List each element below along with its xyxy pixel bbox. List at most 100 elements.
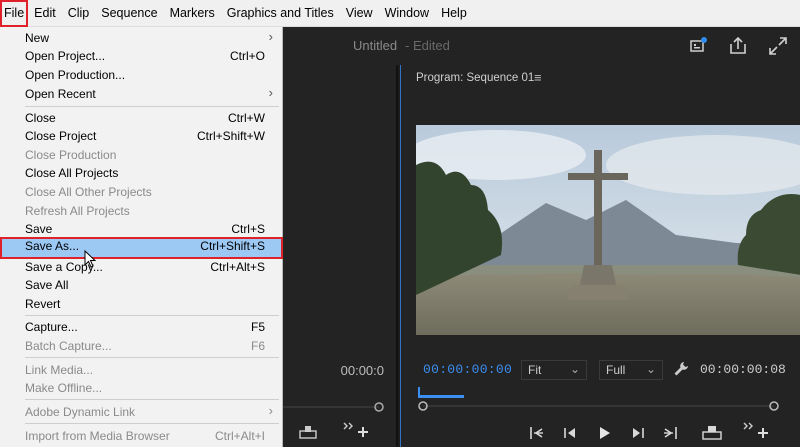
submenu-arrow-icon: ›	[268, 29, 273, 44]
menu-item-refresh-all-projects: Refresh All Projects	[0, 202, 283, 220]
menu-item-save[interactable]: Save Ctrl+S	[0, 220, 283, 238]
menu-file[interactable]: File	[0, 0, 29, 27]
menu-item-label: Capture...	[25, 320, 78, 334]
menu-item-close-all-projects[interactable]: Close All Projects	[0, 164, 283, 182]
menu-edit[interactable]: Edit	[28, 0, 62, 27]
menu-item-label: Close Project	[25, 129, 97, 143]
share-icon[interactable]	[727, 35, 749, 57]
menu-sequence[interactable]: Sequence	[95, 0, 163, 27]
menu-item-close[interactable]: Close Ctrl+W	[0, 109, 283, 127]
menu-item-label: Close All Projects	[25, 166, 119, 180]
menu-item-label: Revert	[25, 297, 61, 311]
submenu-arrow-icon: ›	[268, 85, 273, 100]
video-preview	[416, 125, 800, 335]
menu-item-label: Save	[25, 222, 53, 236]
menu-separator	[25, 399, 279, 400]
add-button-icon[interactable]	[741, 420, 771, 438]
document-title: Untitled	[353, 38, 398, 53]
menu-item-shortcut: F6	[250, 339, 265, 353]
menu-item-close-production: Close Production	[0, 146, 283, 164]
source-monitor-panel: 00:00:0	[283, 65, 398, 447]
menu-item-label: Close	[25, 111, 56, 125]
document-state: - Edited	[405, 38, 450, 53]
menu-item-shortcut: Ctrl+Alt+I	[214, 429, 265, 443]
menu-item-shortcut: Ctrl+W	[228, 111, 265, 125]
duration-timecode: 00:00:00:08	[700, 362, 786, 377]
menu-item-label: Open Project...	[25, 49, 106, 63]
menu-help[interactable]: Help	[435, 0, 473, 27]
zoom-level-select[interactable]: Fit ⌄	[521, 360, 587, 380]
menu-item-label: Close Production	[25, 148, 117, 162]
menu-separator	[25, 315, 279, 316]
source-ruler[interactable]	[283, 395, 398, 415]
menu-item-label: Make Offline...	[25, 381, 103, 395]
menu-item-open-production[interactable]: Open Production...	[0, 66, 283, 84]
menu-item-label: New	[25, 31, 50, 45]
menu-item-label: Close All Other Projects	[25, 185, 152, 199]
menu-item-save-a-copy[interactable]: Save a Copy... Ctrl+Alt+S	[0, 258, 283, 276]
lift-icon[interactable]	[701, 424, 723, 442]
menu-item-label: Link Media...	[25, 363, 94, 377]
menu-item-open-recent[interactable]: Open Recent ›	[0, 85, 283, 103]
menu-window[interactable]: Window	[379, 0, 435, 27]
menu-item-label: Open Production...	[25, 68, 126, 82]
menu-item-shortcut: F5	[250, 320, 265, 334]
menu-item-link-media: Link Media...	[0, 361, 283, 379]
menu-clip[interactable]: Clip	[62, 0, 96, 27]
menu-graphics-and-titles[interactable]: Graphics and Titles	[221, 0, 340, 27]
menu-view[interactable]: View	[340, 0, 379, 27]
menu-item-label: Batch Capture...	[25, 339, 112, 353]
menu-item-label: Open Recent	[25, 87, 96, 101]
menu-item-save-as[interactable]: Save As... Ctrl+Shift+S	[0, 237, 283, 259]
menu-item-label: Adobe Dynamic Link	[25, 405, 136, 419]
program-monitor-title: Program: Sequence 01	[416, 72, 535, 84]
menu-item-save-all[interactable]: Save All	[0, 276, 283, 294]
file-menu-dropdown: New › Open Project... Ctrl+O Open Produc…	[0, 27, 283, 447]
panel-menu-icon[interactable]: ≡	[534, 70, 542, 85]
menubar: File Edit Clip Sequence Markers Graphics…	[0, 0, 800, 27]
menu-item-close-project[interactable]: Close Project Ctrl+Shift+W	[0, 127, 283, 145]
playback-resolution-value: Full	[606, 363, 626, 377]
quick-export-icon[interactable]	[687, 35, 709, 57]
mouse-cursor-icon	[84, 250, 97, 268]
zoom-level-value: Fit	[528, 363, 542, 377]
menu-item-label: Save As...	[25, 239, 80, 253]
menu-separator	[25, 423, 279, 424]
menu-item-shortcut: Ctrl+Shift+S	[200, 239, 265, 253]
menu-item-label: Refresh All Projects	[25, 204, 130, 218]
menu-item-new[interactable]: New ›	[0, 29, 283, 47]
step-back-icon[interactable]	[561, 424, 579, 442]
menu-item-capture[interactable]: Capture... F5	[0, 318, 283, 336]
menu-item-shortcut: Ctrl+O	[229, 49, 265, 63]
go-to-out-icon[interactable]	[661, 424, 679, 442]
fullscreen-icon[interactable]	[767, 35, 789, 57]
playback-resolution-select[interactable]: Full ⌄	[599, 360, 663, 380]
step-forward-icon[interactable]	[629, 424, 647, 442]
menu-separator	[25, 106, 279, 107]
menu-markers[interactable]: Markers	[164, 0, 221, 27]
go-to-in-icon[interactable]	[528, 424, 546, 442]
submenu-arrow-icon: ›	[268, 403, 273, 418]
current-timecode[interactable]: 00:00:00:00	[423, 362, 512, 377]
menu-item-open-project[interactable]: Open Project... Ctrl+O	[0, 47, 283, 65]
program-monitor: Program: Sequence 01 ≡ 00:00:00:00 Fit ⌄…	[400, 65, 800, 447]
menu-item-batch-capture: Batch Capture... F6	[0, 337, 283, 355]
menu-item-import-from-media-browser: Import from Media Browser Ctrl+Alt+I	[0, 427, 283, 445]
menu-item-revert[interactable]: Revert	[0, 295, 283, 313]
chevron-down-icon: ⌄	[569, 362, 580, 376]
menu-item-shortcut: Ctrl+Alt+S	[210, 260, 265, 274]
menu-item-close-all-other-projects: Close All Other Projects	[0, 183, 283, 201]
button-editor-icon[interactable]	[341, 419, 371, 441]
video-frame-image	[416, 125, 800, 335]
menu-item-label: Import from Media Browser	[25, 429, 170, 443]
play-icon[interactable]	[595, 424, 613, 442]
transport-controls	[416, 420, 800, 447]
source-timecode: 00:00:0	[340, 363, 384, 378]
menu-item-label: Save All	[25, 278, 69, 292]
menu-item-shortcut: Ctrl+Shift+W	[196, 129, 265, 143]
menu-item-adobe-dynamic-link: Adobe Dynamic Link ›	[0, 403, 283, 421]
app-header: Untitled - Edited	[283, 27, 800, 65]
wrench-icon[interactable]	[673, 361, 689, 377]
time-ruler[interactable]	[416, 387, 788, 411]
insert-icon[interactable]	[297, 423, 319, 441]
